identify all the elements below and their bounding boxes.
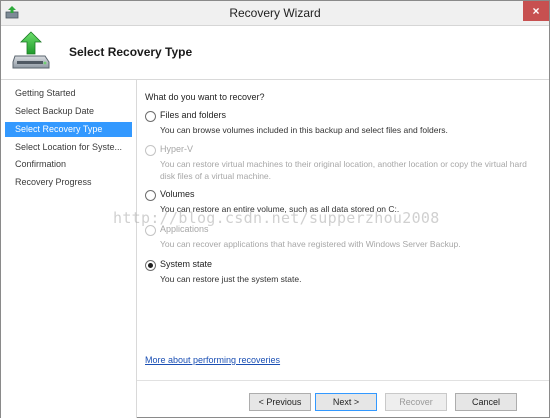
nav-step-select-recovery-type[interactable]: Select Recovery Type xyxy=(5,122,132,137)
recovery-question: What do you want to recover? xyxy=(145,92,265,102)
page-title: Select Recovery Type xyxy=(69,45,193,59)
backup-recovery-icon xyxy=(12,31,50,69)
radio-hyper-v xyxy=(145,145,156,156)
nav-step-confirmation[interactable]: Confirmation xyxy=(5,157,132,172)
radio-files-and-folders[interactable] xyxy=(145,111,156,122)
nav-step-select-location[interactable]: Select Location for Syste... xyxy=(5,140,132,155)
option-description: You can browse volumes included in this … xyxy=(160,125,448,135)
radio-system-state[interactable] xyxy=(145,260,156,271)
close-icon: × xyxy=(532,4,540,18)
watermark: http://blog.csdn.net/supperzhou2008 xyxy=(113,209,440,227)
title-bar[interactable]: Recovery Wizard × xyxy=(1,1,549,26)
content-pane: What do you want to recover? Files and f… xyxy=(137,80,549,418)
option-description: You can recover applications that have r… xyxy=(160,239,461,249)
nav-step-recovery-progress[interactable]: Recovery Progress xyxy=(5,175,132,190)
radio-volumes[interactable] xyxy=(145,190,156,201)
nav-step-select-backup-date[interactable]: Select Backup Date xyxy=(5,104,132,119)
option-label: Hyper-V xyxy=(160,144,194,154)
recover-button: Recover xyxy=(385,393,447,411)
nav-step-getting-started[interactable]: Getting Started xyxy=(5,86,132,101)
divider xyxy=(137,380,549,381)
option-label[interactable]: Volumes xyxy=(160,189,195,199)
option-description: You can restore just the system state. xyxy=(160,274,302,284)
close-button[interactable]: × xyxy=(523,1,549,21)
option-description: You can restore virtual machines to thei… xyxy=(160,159,527,181)
wizard-button-row: < Previous Next > Recover Cancel xyxy=(137,380,549,418)
more-about-recoveries-link[interactable]: More about performing recoveries xyxy=(145,355,280,365)
next-button[interactable]: Next > xyxy=(315,393,377,411)
window-title: Recovery Wizard xyxy=(229,6,321,20)
previous-button[interactable]: < Previous xyxy=(249,393,311,411)
option-label[interactable]: Files and folders xyxy=(160,110,226,120)
wizard-steps-nav: Getting Started Select Backup Date Selec… xyxy=(1,80,137,418)
recovery-wizard-window: Recovery Wizard × Select Recovery Type G… xyxy=(0,0,550,418)
cancel-button[interactable]: Cancel xyxy=(455,393,517,411)
option-label[interactable]: System state xyxy=(160,259,212,269)
wizard-header: Select Recovery Type xyxy=(1,26,549,80)
radio-selected-dot xyxy=(148,263,153,268)
